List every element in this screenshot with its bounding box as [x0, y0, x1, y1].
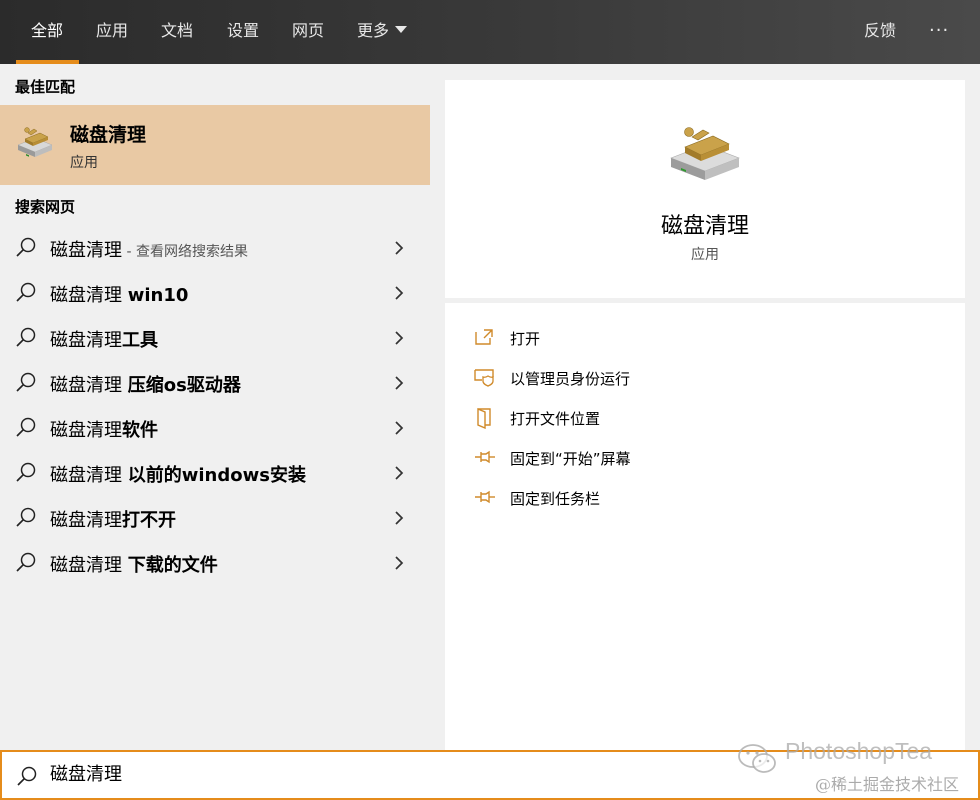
- result-query: 磁盘清理: [50, 420, 122, 441]
- search-filter-bar: 全部 应用 文档 设置 网页 更多 反馈 ···: [0, 0, 980, 64]
- chevron-right-icon[interactable]: [393, 465, 405, 485]
- result-suggestion: win10: [127, 285, 189, 306]
- action-open-label: 打开: [510, 330, 541, 348]
- search-icon: [15, 281, 37, 307]
- result-suggestion: 打不开: [122, 510, 176, 531]
- tab-apps[interactable]: 应用: [96, 0, 128, 64]
- search-icon: [15, 371, 37, 397]
- folder-location-icon: [473, 407, 495, 433]
- preview-app-type: 应用: [691, 247, 719, 263]
- tab-settings[interactable]: 设置: [227, 0, 259, 64]
- web-search-result[interactable]: 磁盘清理 压缩os驱动器: [0, 361, 430, 406]
- result-query: 磁盘清理: [50, 375, 128, 396]
- tab-documents[interactable]: 文档: [161, 0, 193, 64]
- action-pin-to-taskbar-label: 固定到任务栏: [510, 490, 601, 508]
- chevron-right-icon[interactable]: [393, 555, 405, 575]
- results-pane: 最佳匹配 磁盘清理 应用 搜索网页 磁盘清理 - 查看网络搜索结果 磁盘清理 wi…: [0, 64, 430, 750]
- best-match-type: 应用: [70, 155, 98, 171]
- web-search-result-text: 磁盘清理 - 查看网络搜索结果: [50, 236, 248, 262]
- tab-web[interactable]: 网页: [292, 0, 324, 64]
- disk-cleanup-icon: [16, 123, 54, 163]
- shield-icon: [473, 367, 495, 391]
- action-pin-to-start[interactable]: 固定到“开始”屏幕: [473, 443, 923, 473]
- web-search-result[interactable]: 磁盘清理软件: [0, 406, 430, 451]
- result-query: 磁盘清理: [50, 555, 128, 576]
- web-search-result-text: 磁盘清理打不开: [50, 506, 176, 532]
- pin-icon: [473, 487, 497, 511]
- best-match-header: 最佳匹配: [15, 78, 76, 96]
- app-preview-card: 磁盘清理 应用: [445, 80, 965, 298]
- actions-panel: 打开 以管理员身份运行 打开文件位置 固定到“开始”屏幕 固定到任务栏: [445, 303, 965, 750]
- more-options-button[interactable]: ···: [929, 0, 949, 64]
- result-query: 磁盘清理: [50, 240, 122, 261]
- action-pin-to-start-label: 固定到“开始”屏幕: [510, 450, 631, 468]
- web-search-result-text: 磁盘清理 以前的windows安装: [50, 461, 306, 487]
- action-pin-to-taskbar[interactable]: 固定到任务栏: [473, 483, 923, 513]
- search-input[interactable]: [50, 762, 650, 783]
- web-search-result[interactable]: 磁盘清理工具: [0, 316, 430, 361]
- web-search-result[interactable]: 磁盘清理 以前的windows安装: [0, 451, 430, 496]
- chevron-right-icon[interactable]: [393, 510, 405, 530]
- web-search-result[interactable]: 磁盘清理打不开: [0, 496, 430, 541]
- result-query: 磁盘清理: [50, 510, 122, 531]
- tab-all[interactable]: 全部: [31, 0, 63, 64]
- wechat-logo-icon: [737, 742, 779, 780]
- result-suggestion: 工具: [122, 330, 158, 351]
- open-icon: [473, 327, 495, 351]
- result-subtitle: - 查看网络搜索结果: [122, 244, 248, 260]
- chevron-right-icon[interactable]: [393, 240, 405, 260]
- result-suggestion: 压缩os驱动器: [127, 375, 241, 396]
- action-run-as-admin[interactable]: 以管理员身份运行: [473, 363, 923, 393]
- watermark: PhotoshopTea @稀土掘金技术社区: [737, 738, 977, 798]
- disk-cleanup-large-icon: [667, 120, 743, 186]
- web-search-result[interactable]: 磁盘清理 win10: [0, 271, 430, 316]
- action-open-file-location[interactable]: 打开文件位置: [473, 403, 923, 433]
- web-search-result-text: 磁盘清理软件: [50, 416, 158, 442]
- search-icon: [16, 765, 38, 791]
- web-search-result-text: 磁盘清理 下载的文件: [50, 551, 218, 577]
- web-search-header: 搜索网页: [15, 198, 76, 216]
- result-suggestion: 以前的windows安装: [127, 465, 306, 486]
- search-icon: [15, 416, 37, 442]
- pin-icon: [473, 447, 497, 471]
- search-icon: [15, 551, 37, 577]
- preview-app-name: 磁盘清理: [660, 214, 749, 239]
- feedback-button[interactable]: 反馈: [864, 0, 896, 64]
- web-search-result-text: 磁盘清理工具: [50, 326, 158, 352]
- web-search-result[interactable]: 磁盘清理 - 查看网络搜索结果: [0, 226, 430, 271]
- best-match-item[interactable]: 磁盘清理 应用: [0, 105, 430, 185]
- chevron-down-icon: [395, 26, 408, 33]
- chevron-right-icon[interactable]: [393, 420, 405, 440]
- result-suggestion: 下载的文件: [127, 555, 218, 576]
- search-icon: [15, 326, 37, 352]
- search-icon: [15, 461, 37, 487]
- tab-more-label: 更多: [357, 21, 390, 40]
- chevron-right-icon[interactable]: [393, 285, 405, 305]
- search-icon: [15, 236, 37, 262]
- result-query: 磁盘清理: [50, 330, 122, 351]
- web-search-result-text: 磁盘清理 win10: [50, 281, 188, 307]
- watermark-title: PhotoshopTea: [785, 738, 933, 764]
- best-match-name: 磁盘清理: [70, 124, 147, 146]
- result-suggestion: 软件: [122, 420, 158, 441]
- web-search-result-text: 磁盘清理 压缩os驱动器: [50, 371, 241, 397]
- result-query: 磁盘清理: [50, 285, 128, 306]
- action-open-file-location-label: 打开文件位置: [510, 410, 601, 428]
- search-icon: [15, 506, 37, 532]
- action-open[interactable]: 打开: [473, 323, 923, 353]
- watermark-subtitle: @稀土掘金技术社区: [815, 775, 960, 794]
- chevron-right-icon[interactable]: [393, 330, 405, 350]
- chevron-right-icon[interactable]: [393, 375, 405, 395]
- result-query: 磁盘清理: [50, 465, 128, 486]
- web-search-result[interactable]: 磁盘清理 下载的文件: [0, 541, 430, 586]
- action-run-as-admin-label: 以管理员身份运行: [510, 370, 631, 388]
- tab-more[interactable]: 更多: [357, 0, 408, 64]
